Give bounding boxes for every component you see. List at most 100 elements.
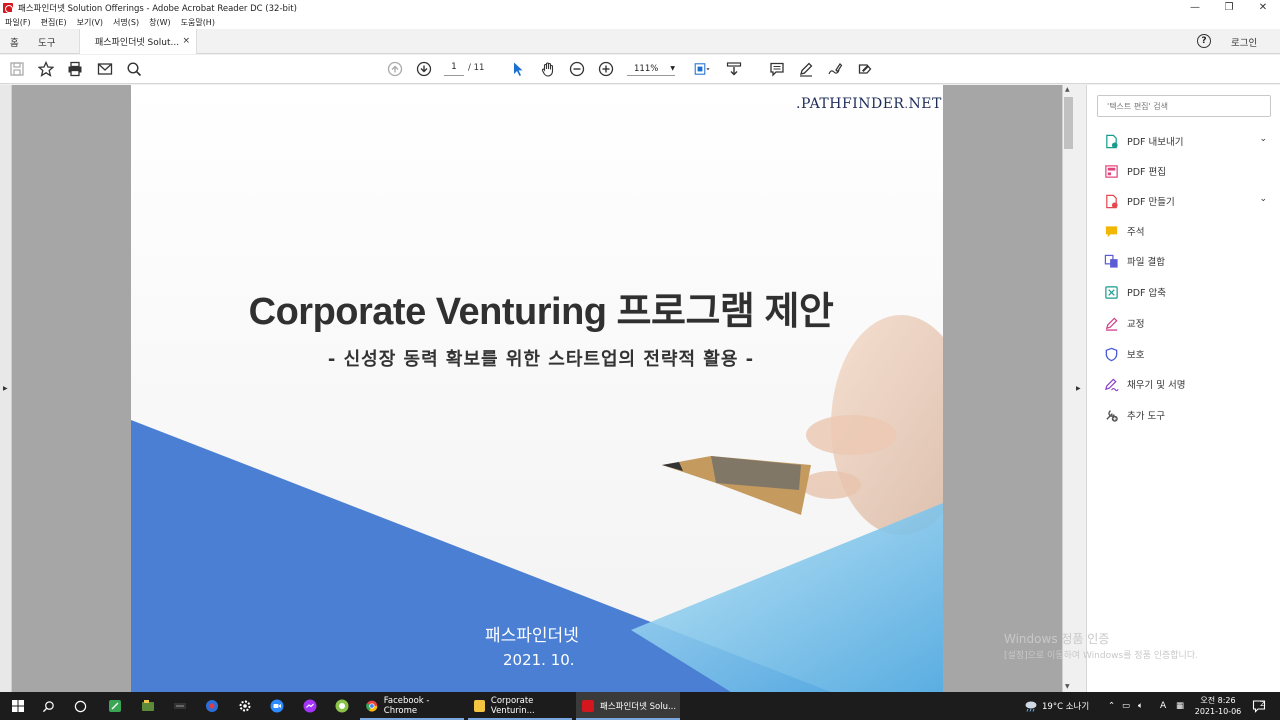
zoom-out-icon[interactable]: [568, 60, 586, 78]
menu-window[interactable]: 창(W): [149, 17, 171, 28]
document-subtitle: - 신성장 동력 확보를 위한 스타트업의 전략적 활용 -: [327, 349, 755, 370]
collapse-right-pane-icon[interactable]: ▶: [1076, 385, 1081, 392]
zoom-value: 111%: [634, 63, 659, 74]
login-button[interactable]: 로그인: [1231, 35, 1257, 49]
tool-redact[interactable]: 교정: [1103, 313, 1275, 333]
draw-icon[interactable]: [826, 60, 844, 78]
tab-bar: 홈 도구 패스파인더넷 Solut... × ? 로그인: [0, 29, 1280, 54]
pdf-page: .PATHFINDER.NET Corporate Venturing 프로그램…: [131, 85, 943, 692]
chevron-down-icon[interactable]: ⌄: [1259, 134, 1267, 144]
chrome-icon: [366, 700, 378, 712]
menu-help[interactable]: 도움말(H): [181, 17, 215, 28]
file-icon: [474, 700, 485, 712]
tools-pane: '텍스트 편집' 검색 PDF 내보내기 ⌄ PDF 편집 PDF 만들기 ⌄ …: [1086, 85, 1280, 692]
messenger-icon[interactable]: [300, 696, 320, 716]
media-app-icon[interactable]: [202, 696, 222, 716]
minimize-button[interactable]: —: [1178, 0, 1212, 15]
menu-sign[interactable]: 서명(S): [113, 17, 139, 28]
redact-icon: [1103, 315, 1119, 331]
tool-export-pdf[interactable]: PDF 내보내기 ⌄: [1103, 131, 1275, 151]
tray-expand-icon[interactable]: ⌃: [1108, 692, 1115, 720]
menu-file[interactable]: 파일(F): [5, 17, 31, 28]
document-company: 패스파인더넷: [485, 626, 579, 646]
input-language-indicator[interactable]: A: [1160, 692, 1166, 720]
taskbar-window-acrobat[interactable]: 패스파인더넷 Solu...: [576, 692, 680, 720]
tool-protect[interactable]: 보호: [1103, 344, 1275, 364]
previous-page-icon[interactable]: [386, 60, 404, 78]
document-date: 2021. 10.: [503, 651, 575, 669]
acrobat-app-icon: [3, 2, 13, 13]
save-icon[interactable]: [8, 60, 26, 78]
select-cursor-icon[interactable]: [509, 60, 527, 78]
menu-bar: 파일(F) 편집(E) 보기(V) 서명(S) 창(W) 도움말(H): [0, 15, 1280, 29]
task-view-icon[interactable]: [70, 696, 90, 716]
tab-tools[interactable]: 도구: [38, 35, 55, 49]
help-icon[interactable]: ?: [1197, 34, 1211, 48]
combine-files-icon: [1103, 253, 1119, 269]
taskbar-clock[interactable]: 오전 8:26 2021-10-06: [1194, 695, 1242, 717]
create-pdf-icon: [1103, 193, 1119, 209]
menu-view[interactable]: 보기(V): [77, 17, 103, 28]
search-icon[interactable]: [125, 60, 143, 78]
clock-time: 오전 8:26: [1200, 696, 1236, 705]
page-number-input[interactable]: 1: [444, 62, 464, 76]
highlight-pen-icon[interactable]: [797, 60, 815, 78]
tab-document[interactable]: 패스파인더넷 Solut... ×: [79, 29, 197, 54]
terminal-icon[interactable]: [170, 696, 190, 716]
notification-center-icon[interactable]: 2: [1252, 692, 1266, 720]
weather-widget[interactable]: 19°C 소나기: [1024, 692, 1089, 720]
sign-icon[interactable]: [856, 60, 874, 78]
scroll-mode-icon[interactable]: [725, 60, 743, 78]
page-total: / 11: [468, 63, 485, 73]
zoom-select[interactable]: 111% ▼: [627, 62, 675, 76]
activation-watermark-title: Windows 정품 인증: [1004, 632, 1110, 646]
vertical-scrollbar[interactable]: [1062, 85, 1075, 692]
scroll-down-icon[interactable]: ▼: [1065, 683, 1070, 690]
document-title: Corporate Venturing 프로그램 제안: [248, 291, 834, 333]
keyboard-icon[interactable]: ▦: [1176, 692, 1184, 720]
compress-pdf-icon: [1103, 284, 1119, 300]
comment-icon[interactable]: [768, 60, 786, 78]
email-icon[interactable]: [96, 60, 114, 78]
menu-edit[interactable]: 편집(E): [41, 17, 67, 28]
close-tab-icon[interactable]: ×: [182, 36, 190, 46]
print-icon[interactable]: [66, 60, 84, 78]
chevron-down-icon[interactable]: ⌄: [1259, 194, 1267, 204]
close-window-button[interactable]: ✕: [1246, 0, 1280, 15]
taskbar-window-facebook[interactable]: Facebook - Chrome: [360, 692, 464, 720]
window-title: 패스파인더넷 Solution Offerings - Adobe Acroba…: [18, 3, 297, 14]
scroll-up-icon[interactable]: ▲: [1065, 86, 1070, 93]
volume-icon[interactable]: 🔈︎: [1138, 692, 1143, 720]
expand-left-pane-icon[interactable]: ▶: [3, 385, 8, 392]
star-bookmark-icon[interactable]: [37, 60, 55, 78]
tool-fill-sign[interactable]: 채우기 및 서명: [1103, 374, 1275, 394]
fit-page-icon[interactable]: [690, 60, 714, 78]
whale-app-icon[interactable]: [332, 696, 352, 716]
protect-icon: [1103, 346, 1119, 362]
kakaotalk-icon[interactable]: [138, 696, 158, 716]
more-tools-icon: [1103, 407, 1119, 423]
tool-edit-pdf[interactable]: PDF 편집: [1103, 161, 1275, 181]
next-page-icon[interactable]: [415, 60, 433, 78]
zoom-app-icon[interactable]: [267, 696, 287, 716]
tool-compress-pdf[interactable]: PDF 압축: [1103, 282, 1275, 302]
tool-comment[interactable]: 주석: [1103, 221, 1275, 241]
notes-app-icon[interactable]: [105, 696, 125, 716]
zoom-in-icon[interactable]: [597, 60, 615, 78]
settings-app-icon[interactable]: [235, 696, 255, 716]
hand-tool-icon[interactable]: [539, 60, 557, 78]
tools-search-input[interactable]: '텍스트 편집' 검색: [1097, 95, 1271, 117]
tool-more-tools[interactable]: 추가 도구: [1103, 405, 1275, 425]
scrollbar-thumb[interactable]: [1064, 97, 1073, 149]
tool-combine-files[interactable]: 파일 결합: [1103, 251, 1275, 271]
acrobat-icon: [582, 700, 594, 712]
network-icon[interactable]: ▭: [1122, 692, 1130, 720]
windows-start-icon[interactable]: [12, 700, 24, 712]
search-icon[interactable]: [38, 696, 58, 716]
notification-count: 2: [1260, 700, 1265, 708]
tool-create-pdf[interactable]: PDF 만들기 ⌄: [1103, 191, 1275, 211]
tab-home[interactable]: 홈: [10, 35, 19, 49]
restore-button[interactable]: ❐: [1212, 0, 1246, 15]
taskbar-window-corporate[interactable]: Corporate Venturin...: [468, 692, 572, 720]
comment-icon: [1103, 223, 1119, 239]
